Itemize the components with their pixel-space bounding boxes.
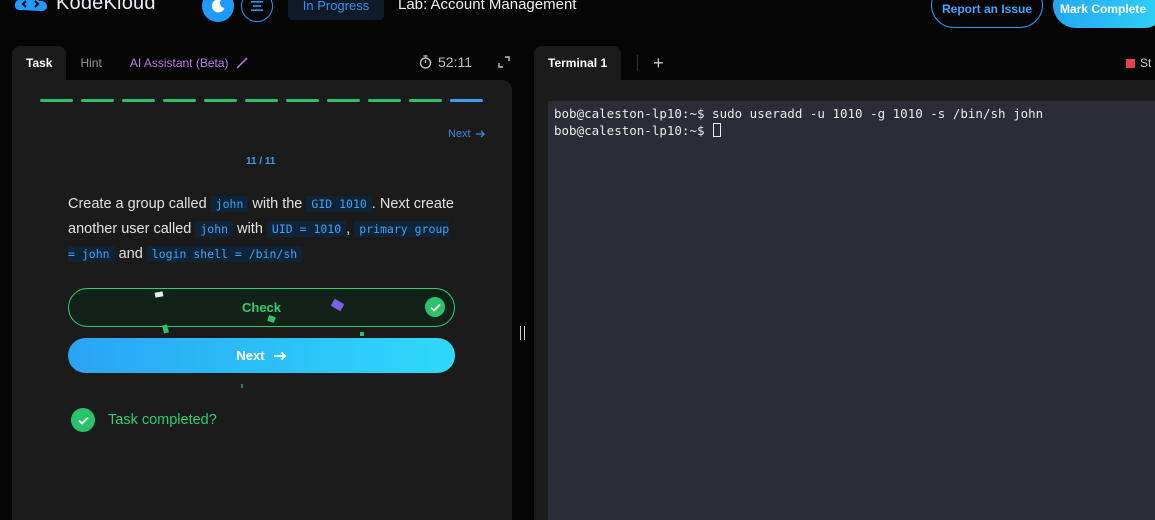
next-button[interactable]: Next [68, 338, 455, 373]
progress-segment [122, 99, 155, 102]
confetti-piece [241, 384, 243, 388]
progress-segment [327, 99, 360, 102]
progress-segment [245, 99, 278, 102]
tab-ai-assistant[interactable]: AI Assistant (Beta) [116, 46, 263, 80]
status-badge: In Progress [288, 0, 384, 20]
tab-task[interactable]: Task [12, 46, 67, 80]
expand-icon[interactable] [497, 55, 511, 69]
menu-button[interactable] [241, 0, 273, 22]
terminal-cursor [713, 123, 722, 137]
terminal-line: bob@caleston-lp10:~$ sudo useradd -u 101… [554, 106, 1044, 121]
next-button-label: Next [236, 348, 265, 363]
code-gid: GID 1010 [306, 196, 372, 212]
tab-divider [637, 55, 639, 71]
panel-resize-handle[interactable] [520, 326, 525, 340]
timer: 52:11 [419, 54, 472, 70]
hamburger-icon [251, 1, 263, 11]
progress-segment [163, 99, 196, 102]
desc-text: with [233, 221, 267, 237]
step-counter: 11 / 11 [246, 156, 276, 167]
stop-icon [1126, 58, 1135, 68]
confetti-piece [360, 332, 364, 336]
kodekloud-logo-icon [14, 0, 47, 11]
task-completed-label: Task completed? [108, 412, 217, 428]
check-button[interactable]: Check [68, 288, 455, 327]
stop-button[interactable]: St [1126, 56, 1151, 70]
arrow-right-icon [475, 130, 485, 138]
desc-text: , [346, 221, 355, 237]
report-issue-button[interactable]: Report an Issue [931, 0, 1043, 28]
tab-hint[interactable]: Hint [66, 46, 115, 80]
stop-button-label: St [1140, 56, 1152, 70]
task-description: Create a group called john with the GID … [68, 192, 458, 267]
code-user-name: john [195, 221, 234, 237]
progress-segment [81, 99, 114, 102]
progress-segment [286, 99, 319, 102]
check-circle-icon [71, 408, 95, 432]
progress-segment-current [450, 99, 483, 102]
theme-toggle-button[interactable] [202, 0, 234, 22]
tab-terminal-1[interactable]: Terminal 1 [534, 46, 622, 80]
code-login-shell: login shell = /bin/sh [146, 246, 303, 262]
timer-value: 52:11 [438, 54, 472, 70]
next-step-link-label: Next [448, 128, 471, 140]
desc-text: and [114, 246, 147, 262]
arrow-right-icon [273, 351, 286, 360]
desc-text: with the [248, 196, 307, 212]
terminal-tabs: Terminal 1 + [534, 46, 664, 80]
task-completed: Task completed? [71, 408, 217, 432]
check-button-label: Check [241, 300, 282, 315]
lab-page: KodeKloud In Progress Lab: Account Manag… [0, 0, 1155, 520]
add-terminal-button[interactable]: + [653, 53, 664, 74]
progress-segment [204, 99, 237, 102]
tab-ai-assistant-label: AI Assistant (Beta) [129, 56, 229, 70]
terminal-prompt: bob@caleston-lp10:~$ [554, 123, 713, 138]
progress-segment [409, 99, 442, 102]
next-step-link[interactable]: Next [448, 128, 486, 140]
terminal-prompt-line: bob@caleston-lp10:~$ [554, 123, 722, 138]
terminal-screen[interactable]: bob@caleston-lp10:~$ sudo useradd -u 101… [548, 101, 1155, 520]
progress-bar [40, 99, 483, 102]
moon-icon [211, 0, 225, 13]
lab-title: Lab: Account Management [398, 0, 577, 13]
logo-text: KodeKloud [56, 0, 156, 14]
check-success-icon [425, 297, 445, 317]
top-bar: KodeKloud In Progress Lab: Account Manag… [0, 0, 1155, 30]
task-panel: Next 11 / 11 Create a group called john … [12, 80, 512, 520]
stopwatch-icon [419, 55, 432, 69]
progress-segment [368, 99, 401, 102]
code-group-name: john [210, 196, 249, 212]
task-tabs: Task Hint AI Assistant (Beta) [12, 46, 263, 80]
desc-text: Create a group called [68, 196, 211, 212]
mark-complete-button[interactable]: Mark Complete [1053, 0, 1155, 28]
magic-wand-icon [236, 57, 248, 69]
logo[interactable]: KodeKloud [14, 0, 156, 15]
code-uid: UID = 1010 [266, 221, 347, 237]
progress-segment [40, 99, 73, 102]
